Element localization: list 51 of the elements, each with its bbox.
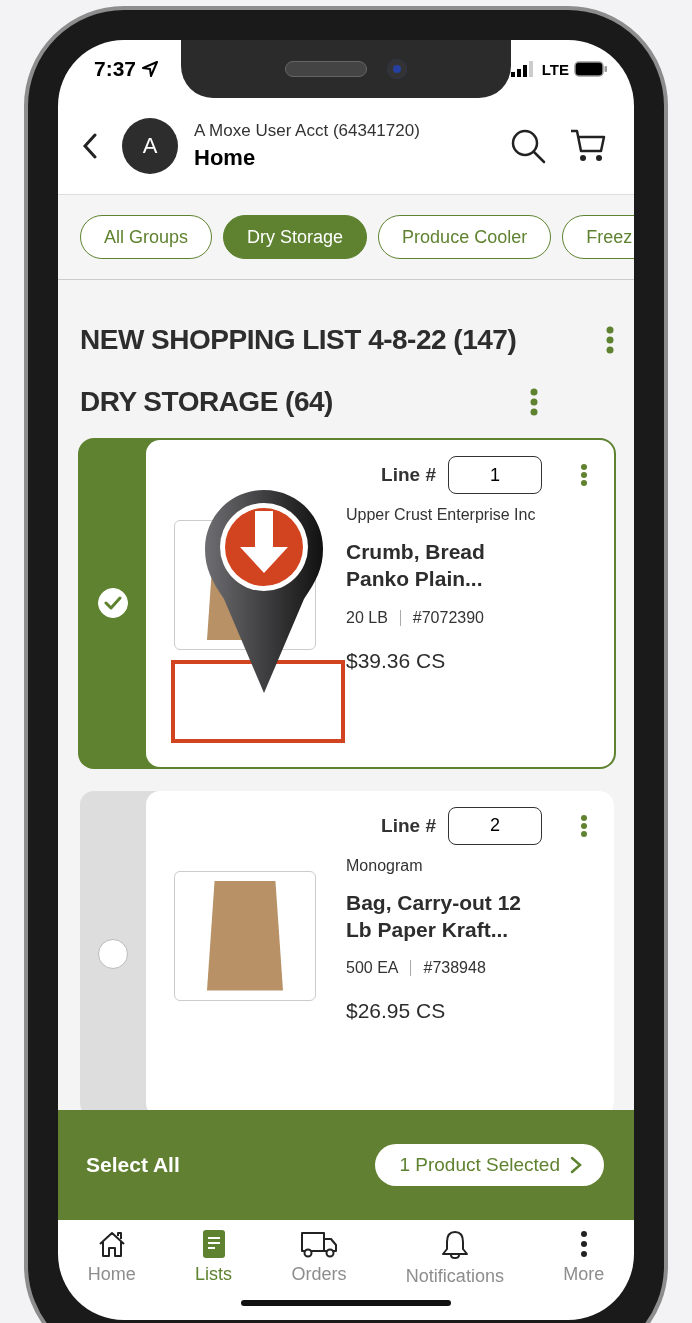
truck-icon xyxy=(299,1230,338,1258)
section-title: DRY STORAGE (64) xyxy=(80,386,333,418)
group-tab[interactable]: Dry Storage xyxy=(223,215,368,259)
location-arrow-icon xyxy=(141,60,160,78)
line-number-field[interactable]: 1 xyxy=(448,456,542,494)
group-tab[interactable]: All Groups xyxy=(80,215,213,259)
group-tab[interactable]: Freez xyxy=(562,215,634,259)
cart-icon[interactable] xyxy=(570,129,606,163)
item-number: #738948 xyxy=(423,959,486,978)
vendor-name: Monogram xyxy=(346,856,424,875)
network-label: LTE xyxy=(541,60,569,78)
pack-size: 500 EA xyxy=(346,959,399,978)
group-tab[interactable]: Produce Cooler xyxy=(378,215,552,259)
account-name: A Moxe User Acct (64341720) xyxy=(194,121,421,141)
nav-tab[interactable]: Orders xyxy=(291,1230,347,1285)
more-options-icon[interactable] xyxy=(580,813,588,838)
product-card[interactable]: Line # 2 Monogram Bag, Carry-out 12 Lb Paper Kraft... 500 EA #738948 $26.95 CS xyxy=(80,790,614,1110)
products-selected-button[interactable]: 1 Product Selected xyxy=(375,1144,604,1186)
battery-icon xyxy=(574,61,608,77)
more-options-icon[interactable] xyxy=(606,326,614,354)
product-name: Crumb, Bread Panko Plain... xyxy=(346,539,486,593)
page-title: Home xyxy=(194,145,257,171)
item-number: #7072390 xyxy=(412,608,484,627)
vendor-name: Upper Crust Enterprise Inc xyxy=(346,506,537,524)
pack-size: 20 LB xyxy=(346,608,388,627)
select-checkbox[interactable] xyxy=(98,938,128,969)
list-title: NEW SHOPPING LIST 4-8-22 (147) xyxy=(80,324,517,356)
search-icon[interactable] xyxy=(510,128,546,164)
back-chevron-icon[interactable] xyxy=(82,133,98,159)
select-all-link[interactable]: Select All xyxy=(86,1153,180,1177)
more-options-icon[interactable] xyxy=(530,388,538,416)
checkmark-icon xyxy=(104,596,122,611)
chevron-right-icon xyxy=(570,1156,582,1174)
product-name: Bag, Carry-out 12 Lb Paper Kraft... xyxy=(346,889,523,943)
nav-tab[interactable]: Home xyxy=(87,1230,136,1285)
line-number-field[interactable]: 2 xyxy=(448,806,542,845)
nav-tab[interactable]: More xyxy=(563,1230,605,1285)
more-options-icon xyxy=(579,1230,588,1258)
nav-tab[interactable]: Notifications xyxy=(405,1230,504,1287)
product-card[interactable]: Line # 1 Upper Crust Enterprise Inc Crumb, Bread Panko Plain... 20 LB #7072390 $39.36 CS xyxy=(80,440,614,767)
bell-icon xyxy=(440,1230,469,1260)
more-options-icon[interactable] xyxy=(580,463,588,487)
product-price: $39.36 CS xyxy=(346,648,447,673)
document-icon xyxy=(202,1230,225,1258)
download-pin-icon xyxy=(204,489,324,694)
line-number-label: Line # xyxy=(381,814,436,837)
account-avatar[interactable]: A xyxy=(122,118,178,174)
nav-tab[interactable]: Lists xyxy=(195,1230,233,1285)
line-number-label: Line # xyxy=(381,464,436,486)
status-time: 7:37 xyxy=(94,57,137,81)
product-price: $26.95 CS xyxy=(346,999,447,1024)
